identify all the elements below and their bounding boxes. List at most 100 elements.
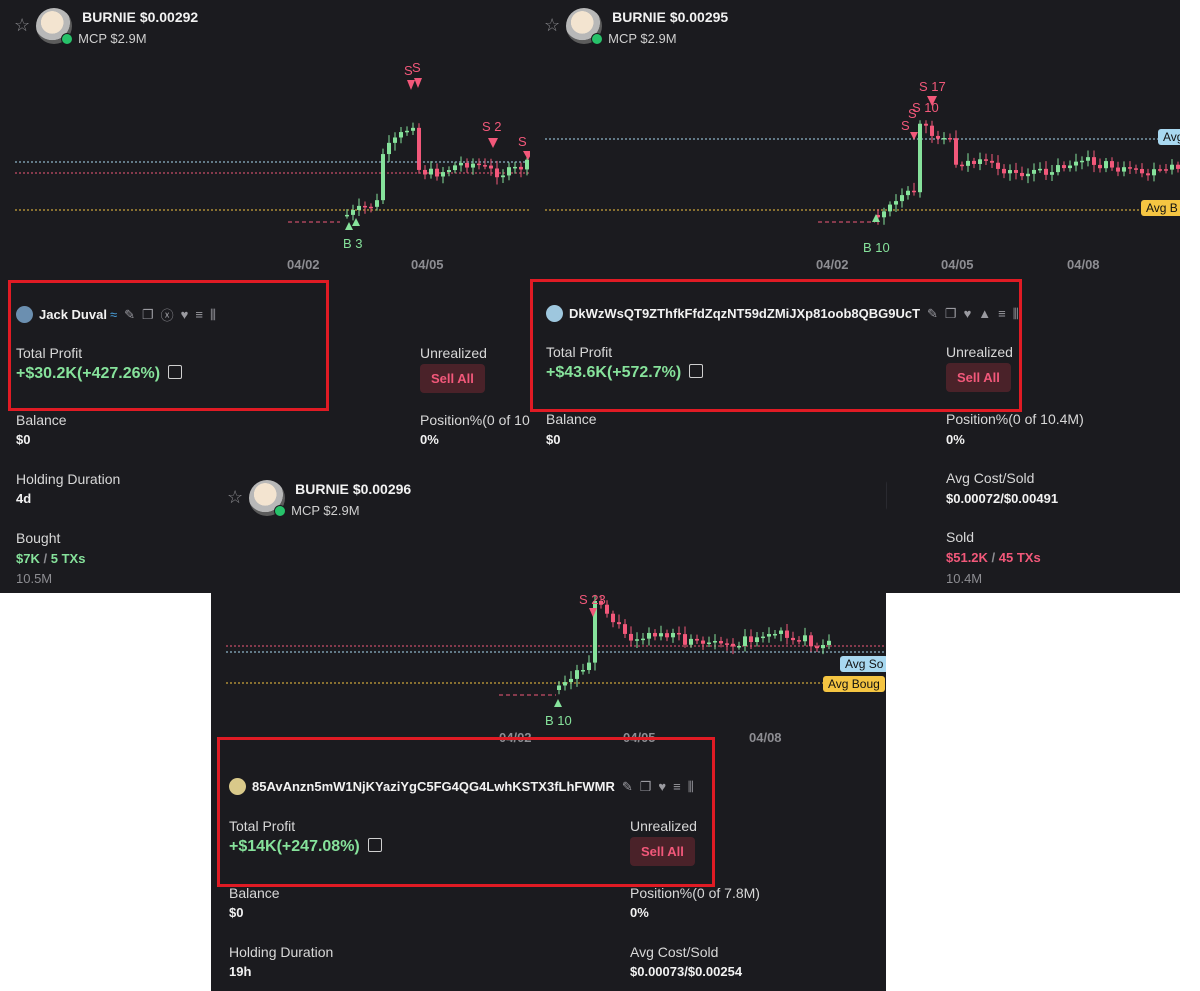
x-tick: 04/02 — [287, 257, 320, 272]
candle — [1050, 172, 1054, 175]
candle — [888, 204, 892, 212]
candle — [641, 638, 645, 641]
star-icon[interactable]: ☆ — [227, 488, 243, 506]
sell-all-button[interactable]: Sell All — [420, 364, 485, 393]
candle — [948, 138, 952, 140]
candle — [930, 125, 934, 136]
candle — [345, 214, 349, 217]
candle — [1176, 164, 1180, 169]
candle — [411, 127, 415, 131]
candle — [1068, 165, 1072, 169]
candle — [1152, 169, 1156, 176]
token-avatar — [566, 8, 604, 45]
balance-label: Balance — [229, 885, 280, 901]
candle — [611, 613, 615, 623]
price-chart[interactable]: S 23 B 10 — [211, 522, 886, 732]
candle — [659, 633, 663, 637]
candle — [1020, 172, 1024, 177]
svg-text:S: S — [901, 118, 910, 133]
token-mcp: MCP $2.9M — [78, 31, 147, 46]
candle — [1128, 167, 1132, 169]
token-avatar — [36, 8, 74, 45]
star-icon[interactable]: ☆ — [544, 16, 560, 34]
svg-text:S 2: S 2 — [482, 119, 502, 134]
candle — [1074, 161, 1078, 166]
candle — [1104, 161, 1108, 169]
token-name: BURNIE $0.00295 — [612, 9, 729, 25]
candle — [785, 630, 789, 638]
candle — [1164, 169, 1168, 171]
bought-label: Bought — [16, 530, 61, 546]
candle — [809, 635, 813, 647]
candle — [737, 645, 741, 648]
holding-duration-label: Holding Duration — [229, 944, 334, 960]
candle — [1080, 160, 1084, 163]
candle — [519, 166, 523, 170]
x-tick: 04/08 — [749, 730, 782, 745]
candle — [966, 160, 970, 166]
candle — [1110, 161, 1114, 168]
buy-marker: B 3 — [343, 218, 363, 251]
avg-cost-label: Avg Cost/Sold — [946, 470, 1035, 486]
balance-value: $0 — [16, 432, 31, 447]
candle — [459, 162, 463, 166]
sold-value: $51.2K / 45 TXs — [946, 550, 1041, 565]
svg-text:S: S — [412, 60, 421, 75]
candle — [417, 127, 421, 170]
candle — [990, 160, 994, 163]
x-tick: 04/02 — [816, 257, 849, 272]
token-mcp: MCP $2.9M — [291, 503, 360, 518]
candle — [501, 175, 505, 178]
candle — [375, 200, 379, 207]
candle — [942, 138, 946, 140]
candle — [387, 142, 391, 155]
candle — [423, 169, 427, 175]
bought-value: $7K / 5 TXs — [16, 551, 86, 566]
avg-cost-value: $0.00072/$0.00491 — [946, 491, 1059, 506]
candle — [369, 206, 373, 209]
avg-bought-tag: Avg Boug — [823, 676, 885, 692]
candle — [363, 205, 367, 208]
sell-marker: S 17 S 10 S S — [901, 79, 946, 140]
svg-text:B 10: B 10 — [863, 240, 890, 255]
svg-text:B 10: B 10 — [545, 713, 572, 728]
candle — [797, 640, 801, 642]
position-value: 0% — [630, 905, 649, 920]
position-label: Position%(0 of 7.8M) — [630, 885, 760, 901]
candle — [1044, 168, 1048, 175]
holding-duration-value: 19h — [229, 964, 252, 979]
candle — [821, 645, 825, 649]
candle — [1008, 170, 1012, 174]
candle — [569, 678, 573, 683]
candle — [906, 190, 910, 196]
price-chart[interactable]: S S S 2 S 9 B 3 — [0, 50, 548, 260]
candle — [1158, 169, 1162, 171]
candle — [773, 633, 777, 636]
avg-sold-tag: Avg So — [840, 656, 886, 672]
candle — [683, 634, 687, 645]
candle — [665, 633, 669, 638]
candle — [755, 637, 759, 643]
token-header: ☆ BURNIE $0.00296 MCP $2.9M — [227, 480, 411, 518]
candle — [435, 168, 439, 177]
bought-tokens: 10.5M — [16, 571, 53, 586]
candle — [1092, 157, 1096, 165]
price-chart[interactable]: S 17 S 10 S S B 10 — [530, 50, 1180, 260]
candle — [1170, 164, 1174, 170]
token-avatar — [249, 480, 287, 517]
candle — [581, 670, 585, 672]
buy-marker: B 10 — [863, 214, 890, 255]
candle — [719, 641, 723, 644]
candle — [357, 205, 361, 211]
star-icon[interactable]: ☆ — [14, 16, 30, 34]
candle — [695, 638, 699, 641]
candle — [1038, 168, 1042, 171]
candle — [767, 634, 771, 637]
candle — [575, 670, 579, 679]
avg-bought-tag: Avg B — [1141, 200, 1180, 216]
candle — [900, 195, 904, 202]
candle — [525, 159, 529, 170]
candle — [471, 163, 475, 168]
candle — [749, 636, 753, 643]
candle — [1032, 169, 1036, 174]
